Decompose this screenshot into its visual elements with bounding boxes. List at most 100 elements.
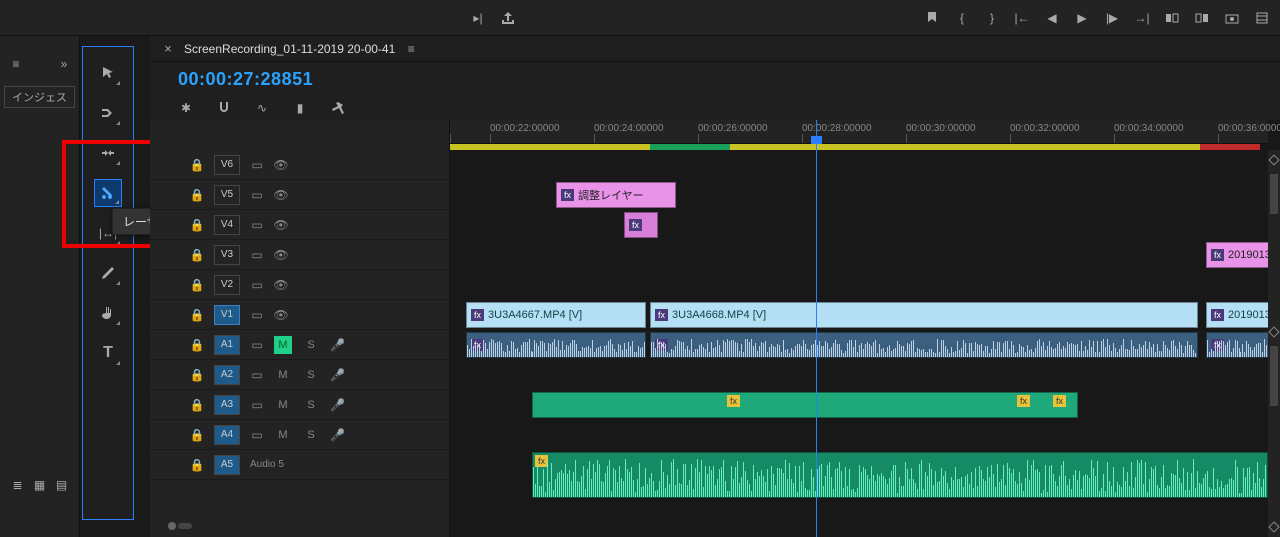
track-select-tool[interactable]: [94, 99, 122, 127]
mute-button[interactable]: M: [274, 396, 292, 414]
film-icon[interactable]: [1254, 10, 1270, 26]
track-label[interactable]: A2: [214, 365, 240, 385]
sync-icon[interactable]: ▭: [250, 188, 264, 202]
sync-icon[interactable]: ▭: [250, 368, 264, 382]
solo-button[interactable]: S: [302, 336, 320, 354]
lock-icon[interactable]: 🔒: [190, 188, 204, 202]
track-head-v5[interactable]: 🔒 V5 ▭ 👁: [150, 180, 449, 209]
markers-icon[interactable]: ▮: [292, 100, 308, 116]
lock-icon[interactable]: 🔒: [190, 458, 204, 472]
lock-icon[interactable]: 🔒: [190, 308, 204, 322]
scroll-diamond-icon[interactable]: [1268, 521, 1279, 532]
track-head-a2[interactable]: 🔒 A2 ▭ MS 🎤: [150, 360, 449, 389]
track-label[interactable]: V2: [214, 275, 240, 295]
track-head-v4[interactable]: 🔒 V4 ▭ 👁: [150, 210, 449, 239]
clip-a1b[interactable]: fx: [650, 332, 1198, 358]
mic-icon[interactable]: 🎤: [330, 338, 344, 352]
lock-icon[interactable]: 🔒: [190, 368, 204, 382]
clip-lane-a5[interactable]: fx: [450, 450, 1268, 500]
sync-icon[interactable]: ▭: [250, 158, 264, 172]
go-out-icon[interactable]: →|: [1134, 10, 1150, 26]
out-point-icon[interactable]: }: [984, 10, 1000, 26]
mute-button[interactable]: M: [274, 366, 292, 384]
clip-lane-a1[interactable]: fx fx fx: [450, 330, 1268, 360]
lock-icon[interactable]: 🔒: [190, 398, 204, 412]
track-head-v6[interactable]: 🔒 V6 ▭ 👁: [150, 150, 449, 179]
playhead[interactable]: [816, 120, 817, 537]
go-in-icon[interactable]: |←: [1014, 10, 1030, 26]
selection-tool[interactable]: [94, 59, 122, 87]
h-scrollbar-head[interactable]: [168, 521, 449, 531]
freeform-icon[interactable]: ▤: [54, 477, 70, 493]
link-icon[interactable]: ∿: [254, 100, 270, 116]
timecode-display[interactable]: 00:00:27:28851: [178, 69, 313, 90]
hand-tool[interactable]: [94, 299, 122, 327]
track-label[interactable]: A5: [214, 455, 240, 475]
snap-icon[interactable]: ✱: [178, 100, 194, 116]
sync-icon[interactable]: ▭: [250, 218, 264, 232]
clip-adjustment[interactable]: fx調整レイヤー: [556, 182, 676, 208]
track-head-a5[interactable]: 🔒A5Audio 5: [150, 450, 449, 479]
eye-icon[interactable]: 👁: [274, 188, 288, 202]
clip-lane-v5[interactable]: fx調整レイヤー: [450, 180, 1268, 210]
play-icon[interactable]: ▶: [1074, 10, 1090, 26]
track-label[interactable]: V6: [214, 155, 240, 175]
clip-lane-v3[interactable]: fx20190130: [450, 240, 1268, 270]
sync-icon[interactable]: ▭: [250, 248, 264, 262]
export-icon[interactable]: [500, 10, 516, 26]
sequence-title[interactable]: ScreenRecording_01-11-2019 20-00-41: [184, 42, 395, 56]
lock-icon[interactable]: 🔒: [190, 278, 204, 292]
scroll-diamond-icon[interactable]: [1268, 154, 1279, 165]
pen-tool[interactable]: [94, 259, 122, 287]
lock-icon[interactable]: 🔒: [190, 248, 204, 262]
sync-icon[interactable]: ▭: [250, 398, 264, 412]
solo-button[interactable]: S: [302, 366, 320, 384]
scroll-thumb[interactable]: [1270, 346, 1278, 406]
mute-button[interactable]: M: [274, 426, 292, 444]
ingest-button[interactable]: インジェス: [4, 86, 75, 108]
eye-icon[interactable]: 👁: [274, 218, 288, 232]
clip-v1a[interactable]: fx3U3A4667.MP4 [V]: [466, 302, 646, 328]
clip-lane-v1[interactable]: fx3U3A4667.MP4 [V] fx3U3A4668.MP4 [V] fx…: [450, 300, 1268, 330]
magnet-icon[interactable]: [216, 100, 232, 116]
razor-tool[interactable]: [94, 179, 122, 207]
sync-icon[interactable]: ▭: [250, 338, 264, 352]
mic-icon[interactable]: 🎤: [330, 368, 344, 382]
extract-icon[interactable]: [1194, 10, 1210, 26]
tab-menu-icon[interactable]: ≡: [403, 41, 419, 57]
track-head-v3[interactable]: 🔒 V3 ▭ 👁: [150, 240, 449, 269]
track-label[interactable]: V3: [214, 245, 240, 265]
ripple-edit-tool[interactable]: [94, 139, 122, 167]
marker-icon[interactable]: [924, 10, 940, 26]
eye-icon[interactable]: 👁: [274, 158, 288, 172]
lock-icon[interactable]: 🔒: [190, 218, 204, 232]
track-label[interactable]: A3: [214, 395, 240, 415]
lock-icon[interactable]: 🔒: [190, 158, 204, 172]
track-head-a1[interactable]: 🔒A1▭MS🎤: [150, 330, 449, 359]
camera-icon[interactable]: [1224, 10, 1240, 26]
solo-button[interactable]: S: [302, 426, 320, 444]
clip-lane-a3[interactable]: fxfxfx: [450, 390, 1268, 420]
clip-a3[interactable]: fxfxfx: [532, 392, 1078, 418]
time-ruler[interactable]: 00:00:22:00000 00:00:24:00000 00:00:26:0…: [450, 120, 1268, 144]
mic-icon[interactable]: 🎤: [330, 398, 344, 412]
track-label[interactable]: A1: [214, 335, 240, 355]
track-head-v2[interactable]: 🔒V2▭👁: [150, 270, 449, 299]
settings-icon[interactable]: [330, 100, 346, 116]
lift-icon[interactable]: [1164, 10, 1180, 26]
track-head-v1[interactable]: 🔒V1▭👁: [150, 300, 449, 329]
v-scrollbar[interactable]: [1268, 150, 1280, 537]
scroll-diamond-icon[interactable]: [1268, 326, 1279, 337]
track-label[interactable]: V4: [214, 215, 240, 235]
close-tab-icon[interactable]: ×: [160, 41, 176, 57]
scroll-thumb[interactable]: [1270, 174, 1278, 214]
clip-lane-a4[interactable]: [450, 420, 1268, 450]
list-view-icon[interactable]: ≣: [10, 477, 26, 493]
track-label[interactable]: V1: [214, 305, 240, 325]
track-label[interactable]: V5: [214, 185, 240, 205]
clip-a1a[interactable]: fx: [466, 332, 646, 358]
step-fwd-icon[interactable]: |▶: [1104, 10, 1120, 26]
grid-view-icon[interactable]: ▦: [32, 477, 48, 493]
eye-icon[interactable]: 👁: [274, 248, 288, 262]
eye-icon[interactable]: 👁: [274, 278, 288, 292]
